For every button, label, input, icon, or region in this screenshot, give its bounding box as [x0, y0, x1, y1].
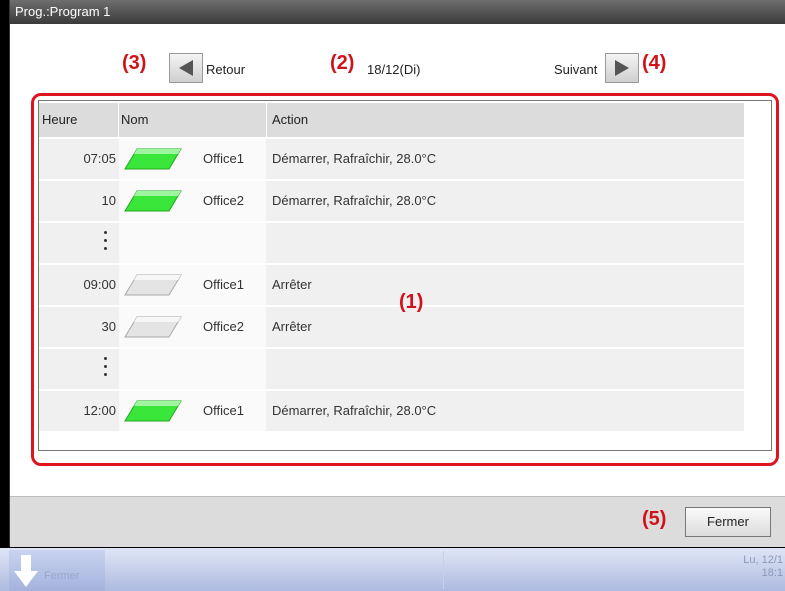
annotation-close: (5) [642, 508, 667, 530]
table-row[interactable]: 07:05 Office1 Démarrer, Rafraîchir, 28.0… [39, 139, 744, 179]
row-action: Démarrer, Rafraîchir, 28.0°C [272, 151, 437, 166]
vertical-ellipsis-icon [104, 231, 108, 255]
dialog-footer: (5) Fermer [10, 496, 785, 547]
header-name: Nom [119, 103, 267, 137]
next-button[interactable] [605, 53, 639, 83]
row-action: Démarrer, Rafraîchir, 28.0°C [272, 193, 437, 208]
row-action: Arrêter [272, 277, 312, 292]
taskbar: Fermer Lu, 12/1 18:1 [0, 548, 785, 591]
annotation-list: (1) [399, 291, 424, 313]
row-name-cell: Office1 [119, 139, 266, 179]
back-label: Retour [206, 62, 246, 77]
row-action [269, 223, 747, 263]
row-name: Office2 [203, 193, 244, 208]
table-row[interactable]: 12:00 Office1 Démarrer, Rafraîchir, 28.0… [39, 391, 744, 431]
row-name-cell: Office1 [119, 391, 266, 431]
schedule-list[interactable]: Heure Nom Action 07:05 Office1 Démarrer,… [38, 100, 772, 451]
back-button[interactable] [169, 53, 203, 83]
current-date: 18/12(Di) [367, 62, 421, 77]
unit-on-icon [124, 400, 182, 422]
taskbar-clock: Lu, 12/1 18:1 [743, 554, 783, 580]
table-row[interactable]: 10 Office2 Démarrer, Rafraîchir, 28.0°C [39, 181, 744, 221]
row-name-cell: Office1 [119, 265, 266, 305]
row-name: Office2 [203, 319, 244, 334]
taskbar-divider [443, 551, 444, 589]
header-time: Heure [40, 103, 119, 137]
table-row-ellipsis [39, 349, 744, 389]
table-row[interactable]: 09:00 Office1 Arrêter [39, 265, 744, 305]
taskbar-close-button[interactable]: Fermer [9, 550, 105, 591]
row-time: 30 [101, 319, 116, 334]
row-name: Office1 [203, 403, 244, 418]
triangle-left-icon [179, 60, 193, 76]
row-time: 07:05 [83, 151, 116, 166]
close-button[interactable]: Fermer [685, 507, 771, 537]
table-header: Heure Nom Action [39, 103, 744, 137]
program-window: Prog.:Program 1 (3) Retour (2) 18/12(Di)… [9, 0, 785, 547]
taskbar-button-label: Fermer [44, 570, 80, 582]
row-name: Office1 [203, 151, 244, 166]
row-name-cell: Office2 [119, 181, 266, 221]
row-name-cell [119, 223, 266, 263]
triangle-right-icon [615, 60, 629, 76]
unit-off-icon [124, 274, 182, 296]
row-name-cell: Office2 [119, 307, 266, 347]
annotation-date: (2) [330, 52, 355, 74]
window-title: Prog.:Program 1 [10, 0, 785, 24]
arrow-down-icon [14, 555, 38, 587]
row-time: 12:00 [83, 403, 116, 418]
unit-on-icon [124, 190, 182, 212]
unit-on-icon [124, 148, 182, 170]
row-name-cell [119, 349, 266, 389]
row-time [39, 223, 117, 263]
unit-off-icon [124, 316, 182, 338]
next-label: Suivant [554, 62, 598, 77]
annotation-back: (3) [122, 52, 147, 74]
row-name: Office1 [203, 277, 244, 292]
taskbar-time: 18:1 [761, 567, 783, 579]
taskbar-date: Lu, 12/1 [743, 554, 783, 566]
row-time: 09:00 [83, 277, 116, 292]
row-action: Démarrer, Rafraîchir, 28.0°C [272, 403, 437, 418]
row-time: 10 [101, 193, 116, 208]
row-time [39, 349, 117, 389]
annotation-next: (4) [642, 52, 667, 74]
header-action: Action [272, 112, 309, 127]
vertical-ellipsis-icon [104, 357, 108, 381]
row-action: Arrêter [272, 319, 312, 334]
row-action [269, 349, 747, 389]
table-row-ellipsis [39, 223, 744, 263]
table-row[interactable]: 30 Office2 Arrêter [39, 307, 744, 347]
